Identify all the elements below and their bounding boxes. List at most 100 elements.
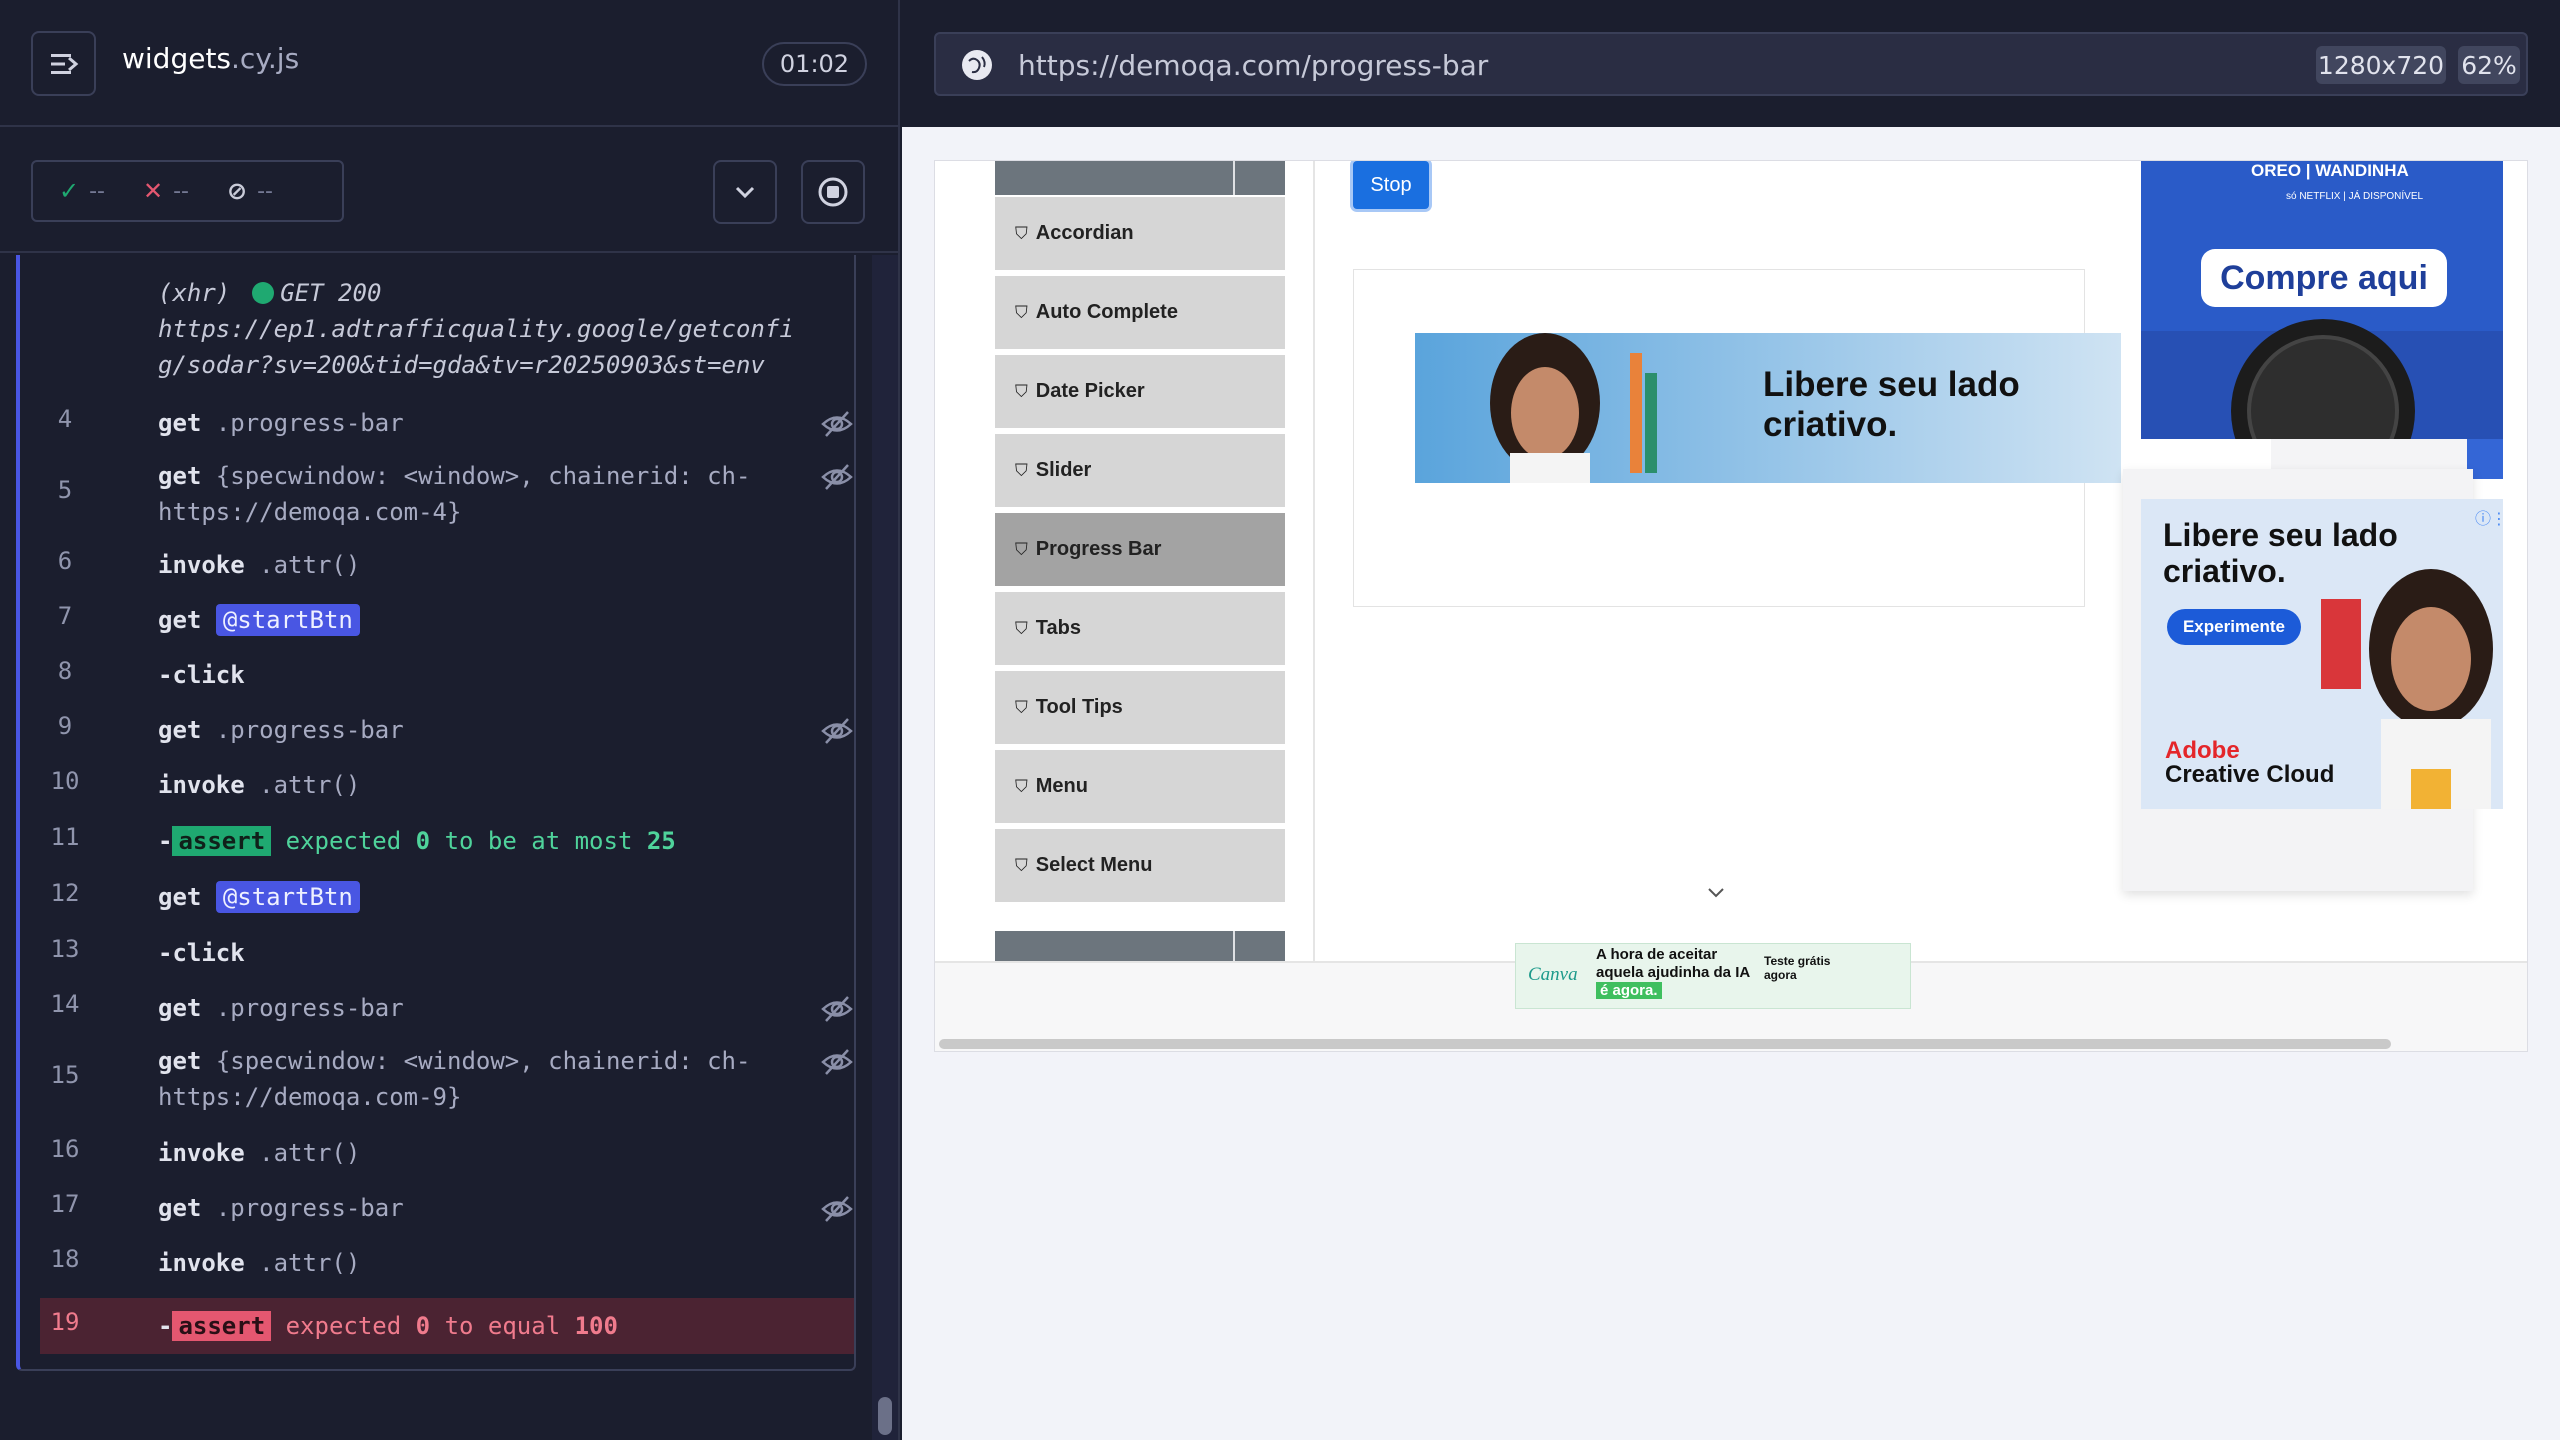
assert-row-failed[interactable]: 19 - assert expected 0 to equal 100 bbox=[40, 1298, 854, 1354]
ad-cta-button[interactable]: Compre aqui bbox=[2201, 249, 2447, 307]
pending-icon: ⊘ bbox=[227, 177, 248, 205]
eye-slash-icon bbox=[821, 411, 853, 437]
sidebar-item-auto-complete[interactable]: ⛉ Auto Complete bbox=[995, 276, 1285, 352]
xhr-command[interactable]: (xhr) GET 200 https://ep1.adtrafficqualit… bbox=[40, 275, 854, 385]
ad-cta-button[interactable]: Experimente bbox=[2167, 609, 2301, 645]
command-message: .progress-bar bbox=[215, 1194, 404, 1222]
reporter-panel: widgets.cy.js 01:02 ✓ -- ✕ -- ⊘ -- (xhr) GET… bbox=[0, 0, 900, 1440]
stop-icon bbox=[818, 177, 848, 207]
assert-matcher: to be at most bbox=[444, 827, 633, 855]
command-row[interactable]: 6 invoke .attr() bbox=[40, 547, 854, 583]
sidebar-item-label: Menu bbox=[1035, 775, 1088, 797]
sidebar-item-label: Auto Complete bbox=[1035, 301, 1178, 323]
command-prefix: - bbox=[158, 827, 173, 855]
scroll-thumb[interactable] bbox=[2527, 201, 2528, 901]
reporter-scroll-thumb[interactable] bbox=[878, 1397, 892, 1435]
zoom-level-badge[interactable]: 62% bbox=[2458, 46, 2520, 84]
command-number: 7 bbox=[57, 602, 73, 630]
sidebar-item-select-menu[interactable]: ⛉ Select Menu bbox=[995, 829, 1285, 905]
alias-badge: @startBtn bbox=[215, 604, 360, 636]
command-name: get bbox=[158, 462, 202, 490]
ad-cta-line2: agora bbox=[1764, 968, 1797, 982]
sidebar-item-label: Progress Bar bbox=[1035, 538, 1162, 560]
sidebar-item-menu[interactable]: ⛉ Menu bbox=[995, 750, 1285, 826]
sidebar-item-accordian[interactable]: ⛉ Accordian bbox=[995, 197, 1285, 273]
command-number: 4 bbox=[57, 405, 73, 433]
command-number: 8 bbox=[57, 657, 73, 685]
list-icon: ⛉ bbox=[1015, 697, 1028, 717]
failed-count: -- bbox=[173, 178, 189, 204]
specs-menu-button[interactable] bbox=[31, 31, 96, 96]
sidebar-item-slider[interactable]: ⛉ Slider bbox=[995, 434, 1285, 510]
bottom-banner-ad[interactable]: Canva A hora de aceitar aquela ajudinha … bbox=[1515, 943, 1911, 1009]
xhr-label: (xhr) bbox=[158, 279, 231, 307]
stop-button[interactable]: Stop bbox=[1353, 161, 1429, 209]
command-number: 15 bbox=[50, 1061, 80, 1089]
chevron-down-icon bbox=[735, 186, 755, 199]
command-name: -click bbox=[158, 939, 245, 967]
command-row[interactable]: 16 invoke .attr() bbox=[40, 1135, 854, 1171]
command-row[interactable]: 8 -click bbox=[40, 657, 854, 693]
command-message: .attr() bbox=[259, 1249, 361, 1277]
sidebar-item-progress-bar[interactable]: ⛉ Progress Bar bbox=[995, 513, 1285, 589]
ad-info-icon[interactable]: ⓘ⋮ bbox=[2475, 505, 2507, 529]
command-number: 16 bbox=[50, 1135, 80, 1163]
url-bar[interactable]: https://demoqa.com/progress-bar 1280x720… bbox=[934, 32, 2528, 96]
ad-cta-line1: Teste grátis bbox=[1764, 954, 1831, 968]
command-name: get bbox=[158, 994, 202, 1022]
command-message: {specwindow: <window>, chainerid: ch-htt… bbox=[158, 1047, 751, 1111]
spec-filename: widgets.cy.js bbox=[122, 42, 299, 75]
eye-slash-icon bbox=[821, 464, 853, 490]
command-row[interactable]: 10 invoke .attr() bbox=[40, 767, 854, 803]
command-row[interactable]: 13 -click bbox=[40, 935, 854, 971]
command-number: 10 bbox=[50, 767, 80, 795]
command-row[interactable]: 14 get .progress-bar bbox=[40, 990, 854, 1026]
ad-subtext: só NETFLIX | JÁ DISPONÍVEL bbox=[2286, 191, 2424, 202]
command-name: get bbox=[158, 1194, 202, 1222]
adobe-ad[interactable]: Libere seu lado criativo. Experimente Ad… bbox=[2141, 499, 2503, 809]
assert-expected: 100 bbox=[574, 1312, 618, 1340]
command-list: (xhr) GET 200 https://ep1.adtrafficqualit… bbox=[16, 255, 856, 1371]
reporter-scrollbar[interactable] bbox=[872, 255, 898, 1440]
canva-banner-ad[interactable]: Libere seu lado criativo. bbox=[1415, 333, 2121, 483]
command-row[interactable]: 7 get @startBtn bbox=[40, 602, 854, 638]
xhr-status: GET 200 bbox=[280, 279, 382, 307]
app-horizontal-scrollbar[interactable] bbox=[939, 1039, 2391, 1049]
sidebar-item-tool-tips[interactable]: ⛉ Tool Tips bbox=[995, 671, 1285, 747]
sidebar-item-date-picker[interactable]: ⛉ Date Picker bbox=[995, 355, 1285, 431]
sidebar-group-header[interactable] bbox=[995, 161, 1285, 195]
menu-collapse-icon bbox=[50, 53, 78, 74]
command-name: invoke bbox=[158, 1249, 245, 1277]
app-iframe: ⛉ Accordian ⛉ Auto Complete ⛉ Date Picker ⛉… bbox=[934, 160, 2528, 1052]
oreo-ad[interactable]: OREO | WANDINHA só NETFLIX | JÁ DISPONÍV… bbox=[2141, 161, 2503, 439]
x-icon: ✕ bbox=[143, 177, 164, 205]
app-vertical-scrollbar[interactable] bbox=[2527, 201, 2528, 941]
command-row[interactable]: 9 get .progress-bar bbox=[40, 712, 854, 748]
command-row[interactable]: 12 get @startBtn bbox=[40, 879, 854, 915]
command-log: (xhr) GET 200 https://ep1.adtrafficqualit… bbox=[0, 255, 900, 1440]
ad-headline: Libere seu lado criativo. bbox=[1763, 365, 2020, 444]
command-message: .progress-bar bbox=[215, 994, 404, 1022]
assert-row-passed[interactable]: 11 - assert expected 0 to be at most 25 bbox=[40, 823, 854, 859]
list-icon: ⛉ bbox=[1015, 223, 1028, 243]
ad-text-main: A hora de aceitar aquela ajudinha da IA bbox=[1596, 946, 1750, 981]
command-row[interactable]: 18 invoke .attr() bbox=[40, 1245, 854, 1281]
sidebar-item-tabs[interactable]: ⛉ Tabs bbox=[995, 592, 1285, 668]
command-row[interactable]: 17 get .progress-bar bbox=[40, 1190, 854, 1226]
ad-brand: OREO | WANDINHA bbox=[2251, 161, 2409, 180]
command-message: .progress-bar bbox=[215, 409, 404, 437]
command-name: invoke bbox=[158, 551, 245, 579]
ad-cta[interactable]: Teste grátis agora bbox=[1764, 954, 1830, 982]
stop-run-button[interactable] bbox=[801, 160, 865, 224]
passed-stat: ✓ -- bbox=[59, 177, 105, 205]
sidebar-item-label: Slider bbox=[1035, 459, 1092, 481]
status-dot-icon bbox=[252, 282, 275, 304]
options-dropdown-button[interactable] bbox=[713, 160, 777, 224]
chevron-down-icon[interactable] bbox=[1705, 881, 1727, 903]
command-row[interactable]: 5 get {specwindow: <window>, chainerid: … bbox=[40, 458, 854, 530]
command-row[interactable]: 4 get .progress-bar bbox=[40, 405, 854, 441]
viewport-size-badge[interactable]: 1280x720 bbox=[2316, 46, 2446, 84]
command-number: 9 bbox=[57, 712, 73, 740]
command-row[interactable]: 15 get {specwindow: <window>, chainerid:… bbox=[40, 1043, 854, 1115]
list-icon: ⛉ bbox=[1015, 460, 1028, 480]
